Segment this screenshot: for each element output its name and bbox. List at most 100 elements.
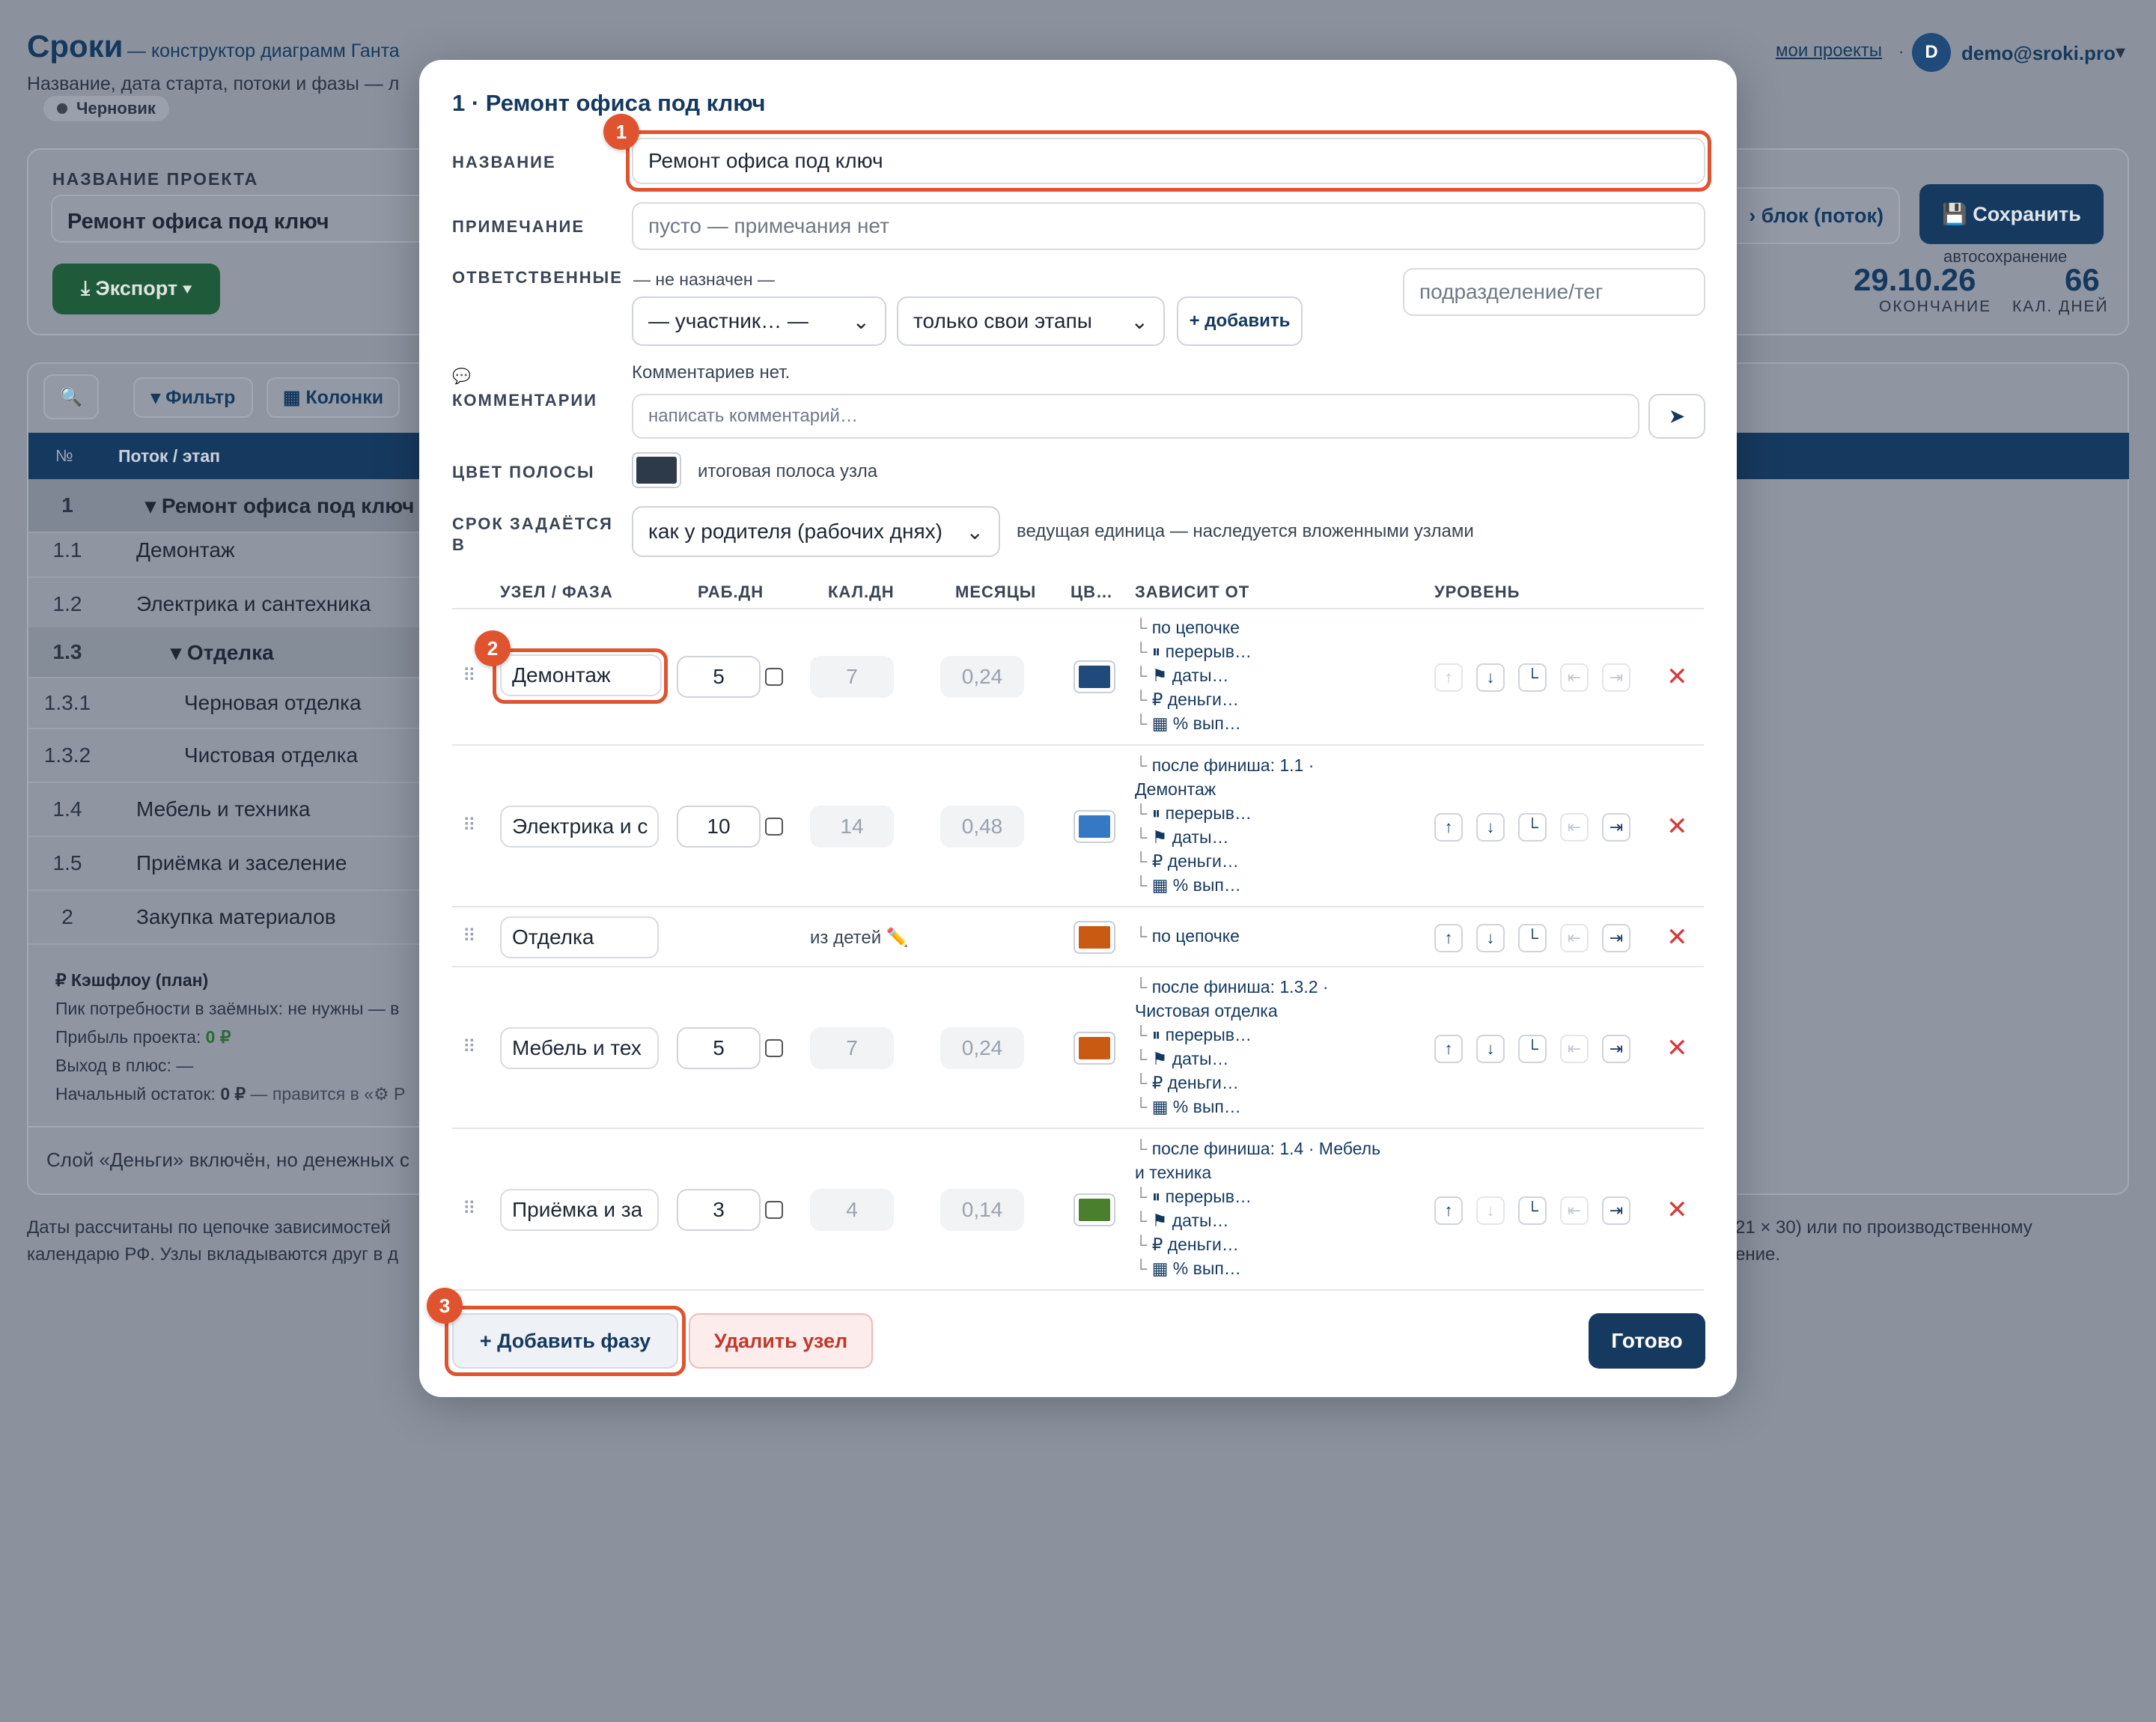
- term-unit-select[interactable]: как у родителя (рабочих днях) ⌄: [632, 506, 1000, 557]
- table-row[interactable]: 1.1 Демонтаж: [28, 524, 422, 578]
- export-button[interactable]: ⤓ Экспорт ▾: [52, 264, 220, 314]
- table-row[interactable]: 1.3.2 Чистовая отделка: [28, 729, 422, 783]
- table-row[interactable]: 1.4 Мебель и техника: [28, 783, 422, 837]
- add-block-button[interactable]: › блок (поток): [1725, 187, 1900, 244]
- participant-select[interactable]: — участник… — ⌄: [632, 296, 886, 346]
- phase-color-picker[interactable]: [1074, 1032, 1115, 1065]
- drag-handle-icon[interactable]: ⠿: [463, 665, 476, 687]
- outdent-icon[interactable]: ⇤: [1560, 663, 1589, 692]
- calendar-days: 66: [2065, 262, 2100, 297]
- scope-select[interactable]: только свои этапы ⌄: [897, 296, 1165, 346]
- table-row[interactable]: 1.3.1 Черновая отделка: [28, 678, 422, 729]
- save-button[interactable]: 💾 Сохранить: [1919, 184, 2104, 244]
- done-button[interactable]: Готово: [1589, 1313, 1705, 1369]
- chevron-down-icon: ⌄: [852, 309, 870, 333]
- workdays-input[interactable]: 10: [677, 806, 761, 848]
- avatar[interactable]: D: [1912, 33, 1951, 72]
- phase-color-picker[interactable]: [1074, 1193, 1115, 1226]
- phase-name-input[interactable]: Приёмка и за: [500, 1189, 659, 1231]
- department-input[interactable]: подразделение/тег: [1403, 268, 1705, 316]
- table-row[interactable]: 1.2 Электрика и сантехника: [28, 578, 422, 632]
- dialog-title: 1 · Ремонт офиса под ключ: [452, 90, 766, 116]
- indent-icon[interactable]: ⇥: [1602, 1196, 1630, 1225]
- indent-icon[interactable]: ⇥: [1602, 663, 1630, 692]
- outdent-icon[interactable]: ⇤: [1560, 1035, 1589, 1063]
- my-projects-link[interactable]: мои проекты: [1776, 40, 1882, 61]
- send-icon[interactable]: ➤: [1648, 394, 1705, 439]
- derived-from-children: из детей ✏️: [810, 928, 909, 948]
- move-down-icon[interactable]: ↓: [1476, 924, 1505, 952]
- phase-name-input[interactable]: Отделка: [500, 916, 659, 958]
- phase-color-picker[interactable]: [1074, 921, 1115, 954]
- nest-icon[interactable]: └: [1518, 1035, 1547, 1063]
- delete-phase-icon[interactable]: ✕: [1666, 662, 1688, 692]
- search-icon[interactable]: 🔍: [43, 374, 99, 419]
- phase-name-input[interactable]: Электрика и с: [500, 806, 659, 848]
- note-input[interactable]: пусто — примечания нет: [632, 202, 1705, 250]
- phase-color-picker[interactable]: [1074, 810, 1115, 843]
- move-down-icon[interactable]: ↓: [1476, 1196, 1505, 1225]
- step-badge: 3: [427, 1288, 463, 1324]
- indent-icon[interactable]: ⇥: [1602, 813, 1630, 842]
- months-value: 0,14: [940, 1189, 1024, 1231]
- term-label: СРОК ЗАДАЁТСЯ В: [452, 514, 613, 554]
- delete-node-button[interactable]: Удалить узел: [689, 1313, 873, 1369]
- note-label: ПРИМЕЧАНИЕ: [452, 217, 585, 236]
- filter-button[interactable]: ▾ Фильтр: [133, 377, 253, 418]
- columns-button[interactable]: ▦ Колонки: [267, 377, 400, 418]
- col-workdays-header: РАБ.ДН: [698, 582, 764, 601]
- delete-phase-icon[interactable]: ✕: [1666, 1033, 1688, 1063]
- move-up-icon[interactable]: ↑: [1434, 924, 1463, 952]
- workdays-checkbox[interactable]: [765, 668, 783, 686]
- workdays-checkbox[interactable]: [765, 1039, 783, 1057]
- status-dot-icon: [57, 103, 67, 114]
- move-down-icon[interactable]: ↓: [1476, 813, 1505, 842]
- outdent-icon[interactable]: ⇤: [1560, 1196, 1589, 1225]
- move-up-icon[interactable]: ↑: [1434, 813, 1463, 842]
- drag-handle-icon[interactable]: ⠿: [463, 815, 476, 836]
- move-up-icon[interactable]: ↑: [1434, 1196, 1463, 1225]
- project-name-input[interactable]: Ремонт офиса под ключ: [51, 195, 440, 243]
- delete-phase-icon[interactable]: ✕: [1666, 812, 1688, 842]
- add-responsible-button[interactable]: + добавить: [1177, 296, 1303, 346]
- user-menu-chevron-icon[interactable]: ▾: [2116, 40, 2125, 64]
- bar-color-picker[interactable]: [632, 452, 681, 488]
- phase-name-input[interactable]: Мебель и тех: [500, 1027, 659, 1069]
- divider: [28, 1126, 422, 1128]
- delete-phase-icon[interactable]: ✕: [1666, 1195, 1688, 1225]
- phase-color-picker[interactable]: [1074, 660, 1115, 693]
- comments-empty: Комментариев нет.: [632, 362, 791, 383]
- bar-color-label: ЦВЕТ ПОЛОСЫ: [452, 463, 595, 481]
- indent-icon[interactable]: ⇥: [1602, 1035, 1630, 1063]
- move-down-icon[interactable]: ↓: [1476, 663, 1505, 692]
- table-row[interactable]: 1.5 Приёмка и заселение: [28, 837, 422, 891]
- drag-handle-icon[interactable]: ⠿: [463, 1198, 476, 1220]
- end-date: 29.10.26: [1854, 262, 1976, 297]
- move-up-icon[interactable]: ↑: [1434, 1035, 1463, 1063]
- user-email[interactable]: demo@sroki.pro: [1961, 42, 2116, 65]
- outdent-icon[interactable]: ⇤: [1560, 813, 1589, 842]
- delete-phase-icon[interactable]: ✕: [1666, 922, 1688, 952]
- comment-input[interactable]: написать комментарий…: [632, 394, 1639, 439]
- drag-handle-icon[interactable]: ⠿: [463, 925, 476, 947]
- nest-icon[interactable]: └: [1518, 924, 1547, 952]
- workdays-input[interactable]: 5: [677, 1027, 761, 1069]
- drag-handle-icon[interactable]: ⠿: [463, 1036, 476, 1058]
- nest-icon[interactable]: └: [1518, 813, 1547, 842]
- app-title: Сроки: [27, 28, 124, 64]
- workdays-checkbox[interactable]: [765, 1201, 783, 1219]
- footer-note-left-1: Даты рассчитаны по цепочке зависимостей: [27, 1217, 391, 1238]
- indent-icon[interactable]: ⇥: [1602, 924, 1630, 952]
- move-up-icon[interactable]: ↑: [1434, 663, 1463, 692]
- months-value: 0,24: [940, 656, 1024, 698]
- workdays-checkbox[interactable]: [765, 818, 783, 836]
- table-row[interactable]: 1.3 ▾ Отделка: [28, 627, 422, 678]
- status-badge: Черновик: [43, 96, 169, 121]
- nest-icon[interactable]: └: [1518, 663, 1547, 692]
- workdays-input[interactable]: 5: [677, 656, 761, 698]
- outdent-icon[interactable]: ⇤: [1560, 924, 1589, 952]
- workdays-input[interactable]: 3: [677, 1189, 761, 1231]
- table-row[interactable]: 2 Закупка материалов: [28, 891, 422, 945]
- nest-icon[interactable]: └: [1518, 1196, 1547, 1225]
- move-down-icon[interactable]: ↓: [1476, 1035, 1505, 1063]
